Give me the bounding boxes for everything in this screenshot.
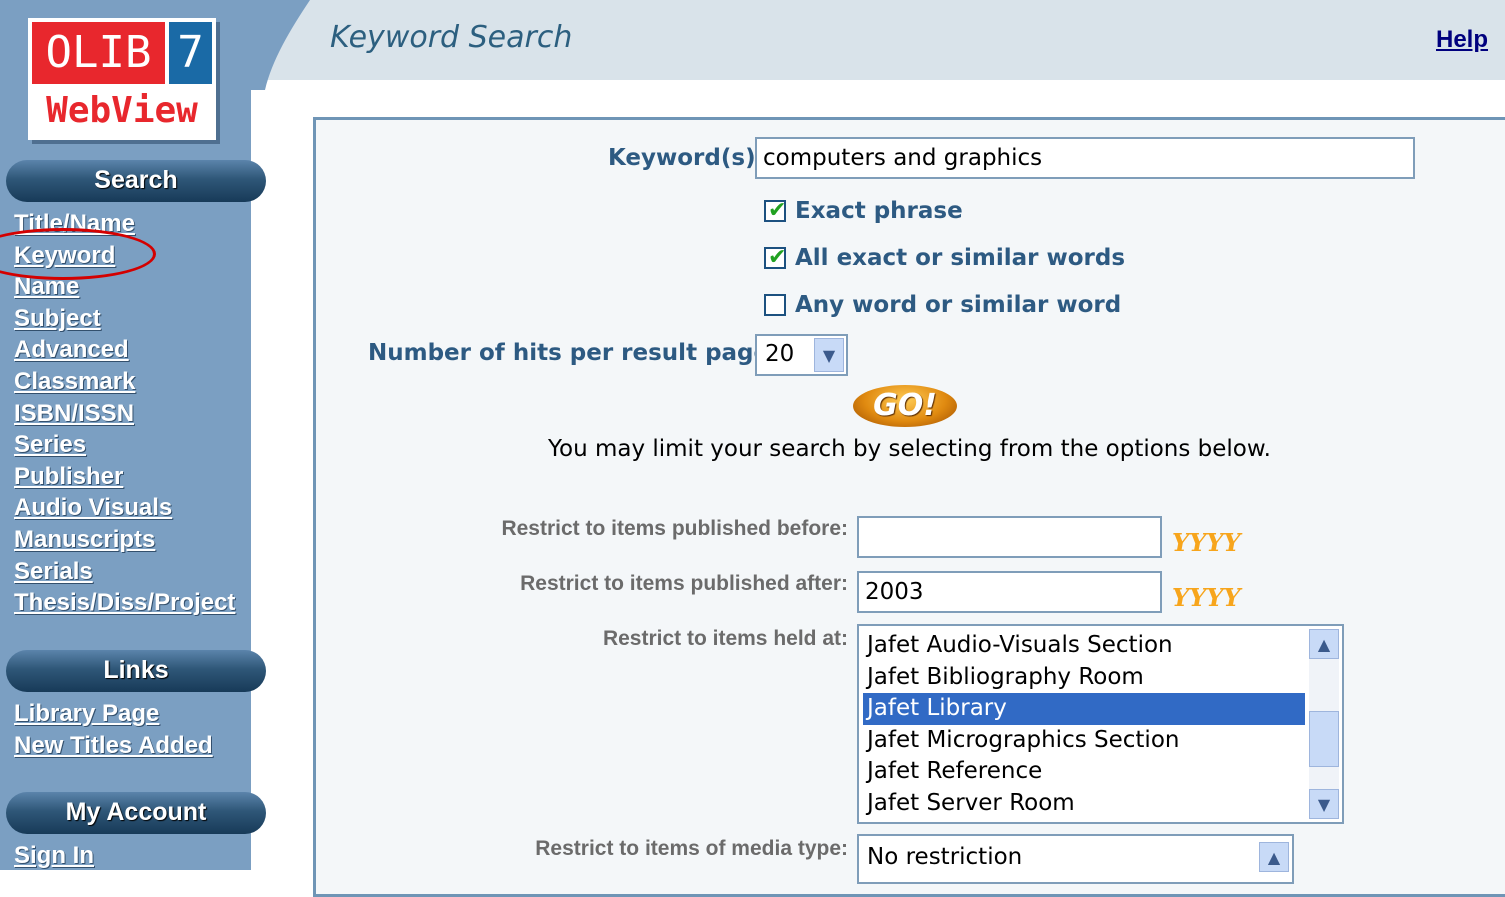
scroll-down-icon[interactable]: ▼ — [1309, 789, 1339, 819]
limit-instructions: You may limit your search by selecting f… — [548, 436, 1271, 462]
held-option[interactable]: Jafet Bibliography Room — [863, 662, 1305, 694]
nav-subject[interactable]: Subject — [14, 305, 101, 332]
any-word-label: Any word or similar word — [795, 292, 1122, 318]
sidebar-curve — [251, 0, 310, 90]
media-type-value[interactable]: No restriction — [863, 842, 1022, 874]
go-button[interactable]: GO! — [853, 385, 957, 427]
media-type-label: Restrict to items of media type: — [535, 837, 848, 860]
after-year-input[interactable]: 2003 — [857, 571, 1162, 613]
after-label: Restrict to items published after: — [520, 572, 848, 595]
all-similar-checkbox[interactable]: ✔ — [764, 245, 787, 270]
logo-product: WebView — [46, 90, 198, 131]
keyword-label: Keyword(s) — [608, 145, 756, 171]
held-option[interactable]: Jafet Reference — [863, 756, 1305, 788]
hits-select[interactable]: 20 ▼ — [755, 334, 848, 376]
check-icon: ✔ — [768, 198, 787, 223]
help-link[interactable]: Help — [1436, 26, 1488, 54]
nav-manuscripts[interactable]: Manuscripts — [14, 526, 155, 553]
before-year-hint: YYYY — [1172, 528, 1241, 557]
olib-logo: OLIB 7 WebView — [28, 18, 216, 140]
nav-classmark[interactable]: Classmark — [14, 368, 135, 395]
logo-version: 7 — [169, 22, 212, 84]
held-option[interactable]: Jafet Micrographics Section — [863, 725, 1305, 757]
nav-audio-visuals[interactable]: Audio Visuals — [14, 494, 172, 521]
keyword-input[interactable]: computers and graphics — [755, 137, 1415, 179]
scroll-thumb[interactable] — [1309, 711, 1339, 767]
before-year-input[interactable] — [857, 516, 1162, 558]
logo-brand: OLIB — [32, 22, 165, 84]
scroll-up-icon[interactable]: ▲ — [1259, 842, 1289, 872]
check-icon: ✔ — [768, 245, 787, 270]
nav-series[interactable]: Series — [14, 431, 86, 458]
account-nav: Sign In — [14, 840, 94, 872]
nav-isbn-issn[interactable]: ISBN/ISSN — [14, 400, 134, 427]
exact-phrase-checkbox[interactable]: ✔ — [764, 198, 787, 223]
nav-publisher[interactable]: Publisher — [14, 463, 123, 490]
before-label: Restrict to items published before: — [501, 517, 848, 540]
sidebar: OLIB 7 WebView Search Title/Name Keyword… — [0, 0, 266, 872]
held-option-selected[interactable]: Jafet Library — [863, 693, 1305, 725]
nav-new-titles[interactable]: New Titles Added — [14, 732, 213, 759]
scroll-up-icon[interactable]: ▲ — [1309, 629, 1339, 659]
all-similar-label: All exact or similar words — [795, 245, 1126, 271]
held-option[interactable]: Jafet Audio-Visuals Section — [863, 630, 1305, 662]
scrollbar[interactable]: ▲ ▼ — [1309, 629, 1339, 819]
hits-value: 20 — [765, 341, 795, 367]
links-nav: Library Page New Titles Added — [14, 698, 213, 761]
exact-phrase-label: Exact phrase — [795, 198, 963, 224]
held-at-listbox[interactable]: Jafet Audio-Visuals Section Jafet Biblio… — [857, 624, 1344, 824]
media-type-listbox[interactable]: No restriction ▲ — [857, 834, 1294, 884]
nav-thesis[interactable]: Thesis/Diss/Project — [14, 589, 235, 616]
any-word-checkbox[interactable] — [764, 294, 786, 316]
held-at-label: Restrict to items held at: — [602, 627, 848, 650]
nav-sign-in[interactable]: Sign In — [14, 842, 94, 869]
chevron-down-icon[interactable]: ▼ — [814, 338, 844, 372]
hits-label: Number of hits per result page — [368, 340, 770, 366]
page-title: Keyword Search — [330, 20, 573, 55]
nav-advanced[interactable]: Advanced — [14, 336, 129, 363]
after-year-hint: YYYY — [1172, 583, 1241, 612]
held-option[interactable]: Jafet Server Room — [863, 788, 1305, 820]
nav-serials[interactable]: Serials — [14, 558, 93, 585]
nav-library-page[interactable]: Library Page — [14, 700, 159, 727]
